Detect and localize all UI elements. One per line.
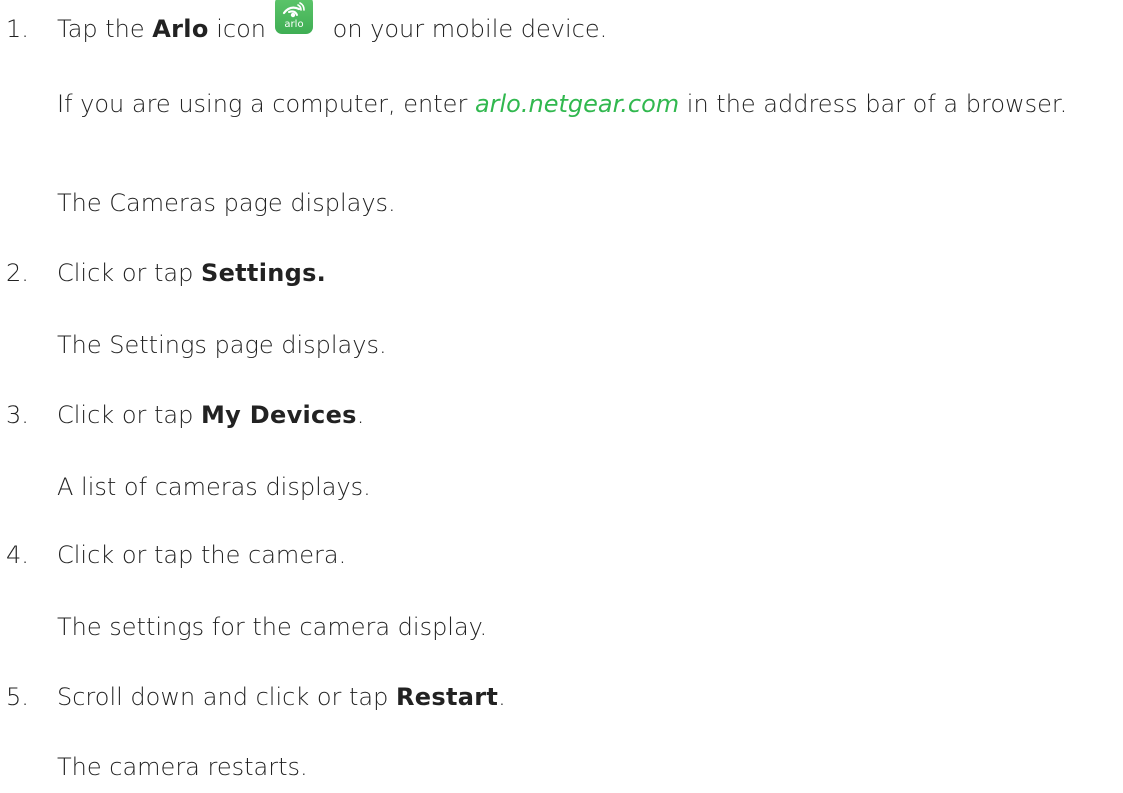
step-3-result: A list of cameras displays. [57,473,371,501]
step-instruction: Click or tap Settings. [57,258,326,288]
instruction-text: Click or tap [57,259,201,287]
instruction-text: on your mobile device. [325,15,608,43]
step-5-result: The camera restarts. [57,753,308,781]
step-number: 4. [6,541,29,569]
step-instruction: Click or tap the camera. [57,541,347,569]
step-number: 1. [6,15,29,43]
step-instruction: Scroll down and click or tap Restart. [57,682,506,712]
app-name: Arlo [152,15,209,43]
note-text: If you are using a computer, enter [57,90,475,118]
instruction-text: Tap the [57,15,153,43]
instruction-text: icon [208,15,266,43]
arlo-app-icon: arlo [275,0,313,34]
restart-label: Restart [396,683,499,711]
instruction-text: Scroll down and click or tap [57,683,396,711]
step-4-result: The settings for the camera display. [57,613,488,641]
instruction-text: Click or tap [57,401,201,429]
my-devices-label: My Devices [200,401,357,429]
step-number: 2. [6,259,29,287]
settings-label: Settings. [200,259,327,287]
arlo-web-link[interactable]: arlo.netgear.com [475,90,679,118]
step-number: 3. [6,401,29,429]
step-instruction: Click or tap My Devices. [57,400,364,430]
step-number: 5. [6,683,29,711]
arlo-icon-label: arlo [284,19,304,30]
instruction-text: . [356,401,365,429]
step-1-result: The Cameras page displays. [57,189,396,217]
step-2-result: The Settings page displays. [57,331,387,359]
instruction-text: . [498,683,506,711]
step-1-note: If you are using a computer, enter arlo.… [57,86,1107,123]
note-text: in the address bar of a browser. [679,90,1068,118]
step-instruction: Tap the Arlo icon arlo on your mobile dev… [57,0,608,44]
